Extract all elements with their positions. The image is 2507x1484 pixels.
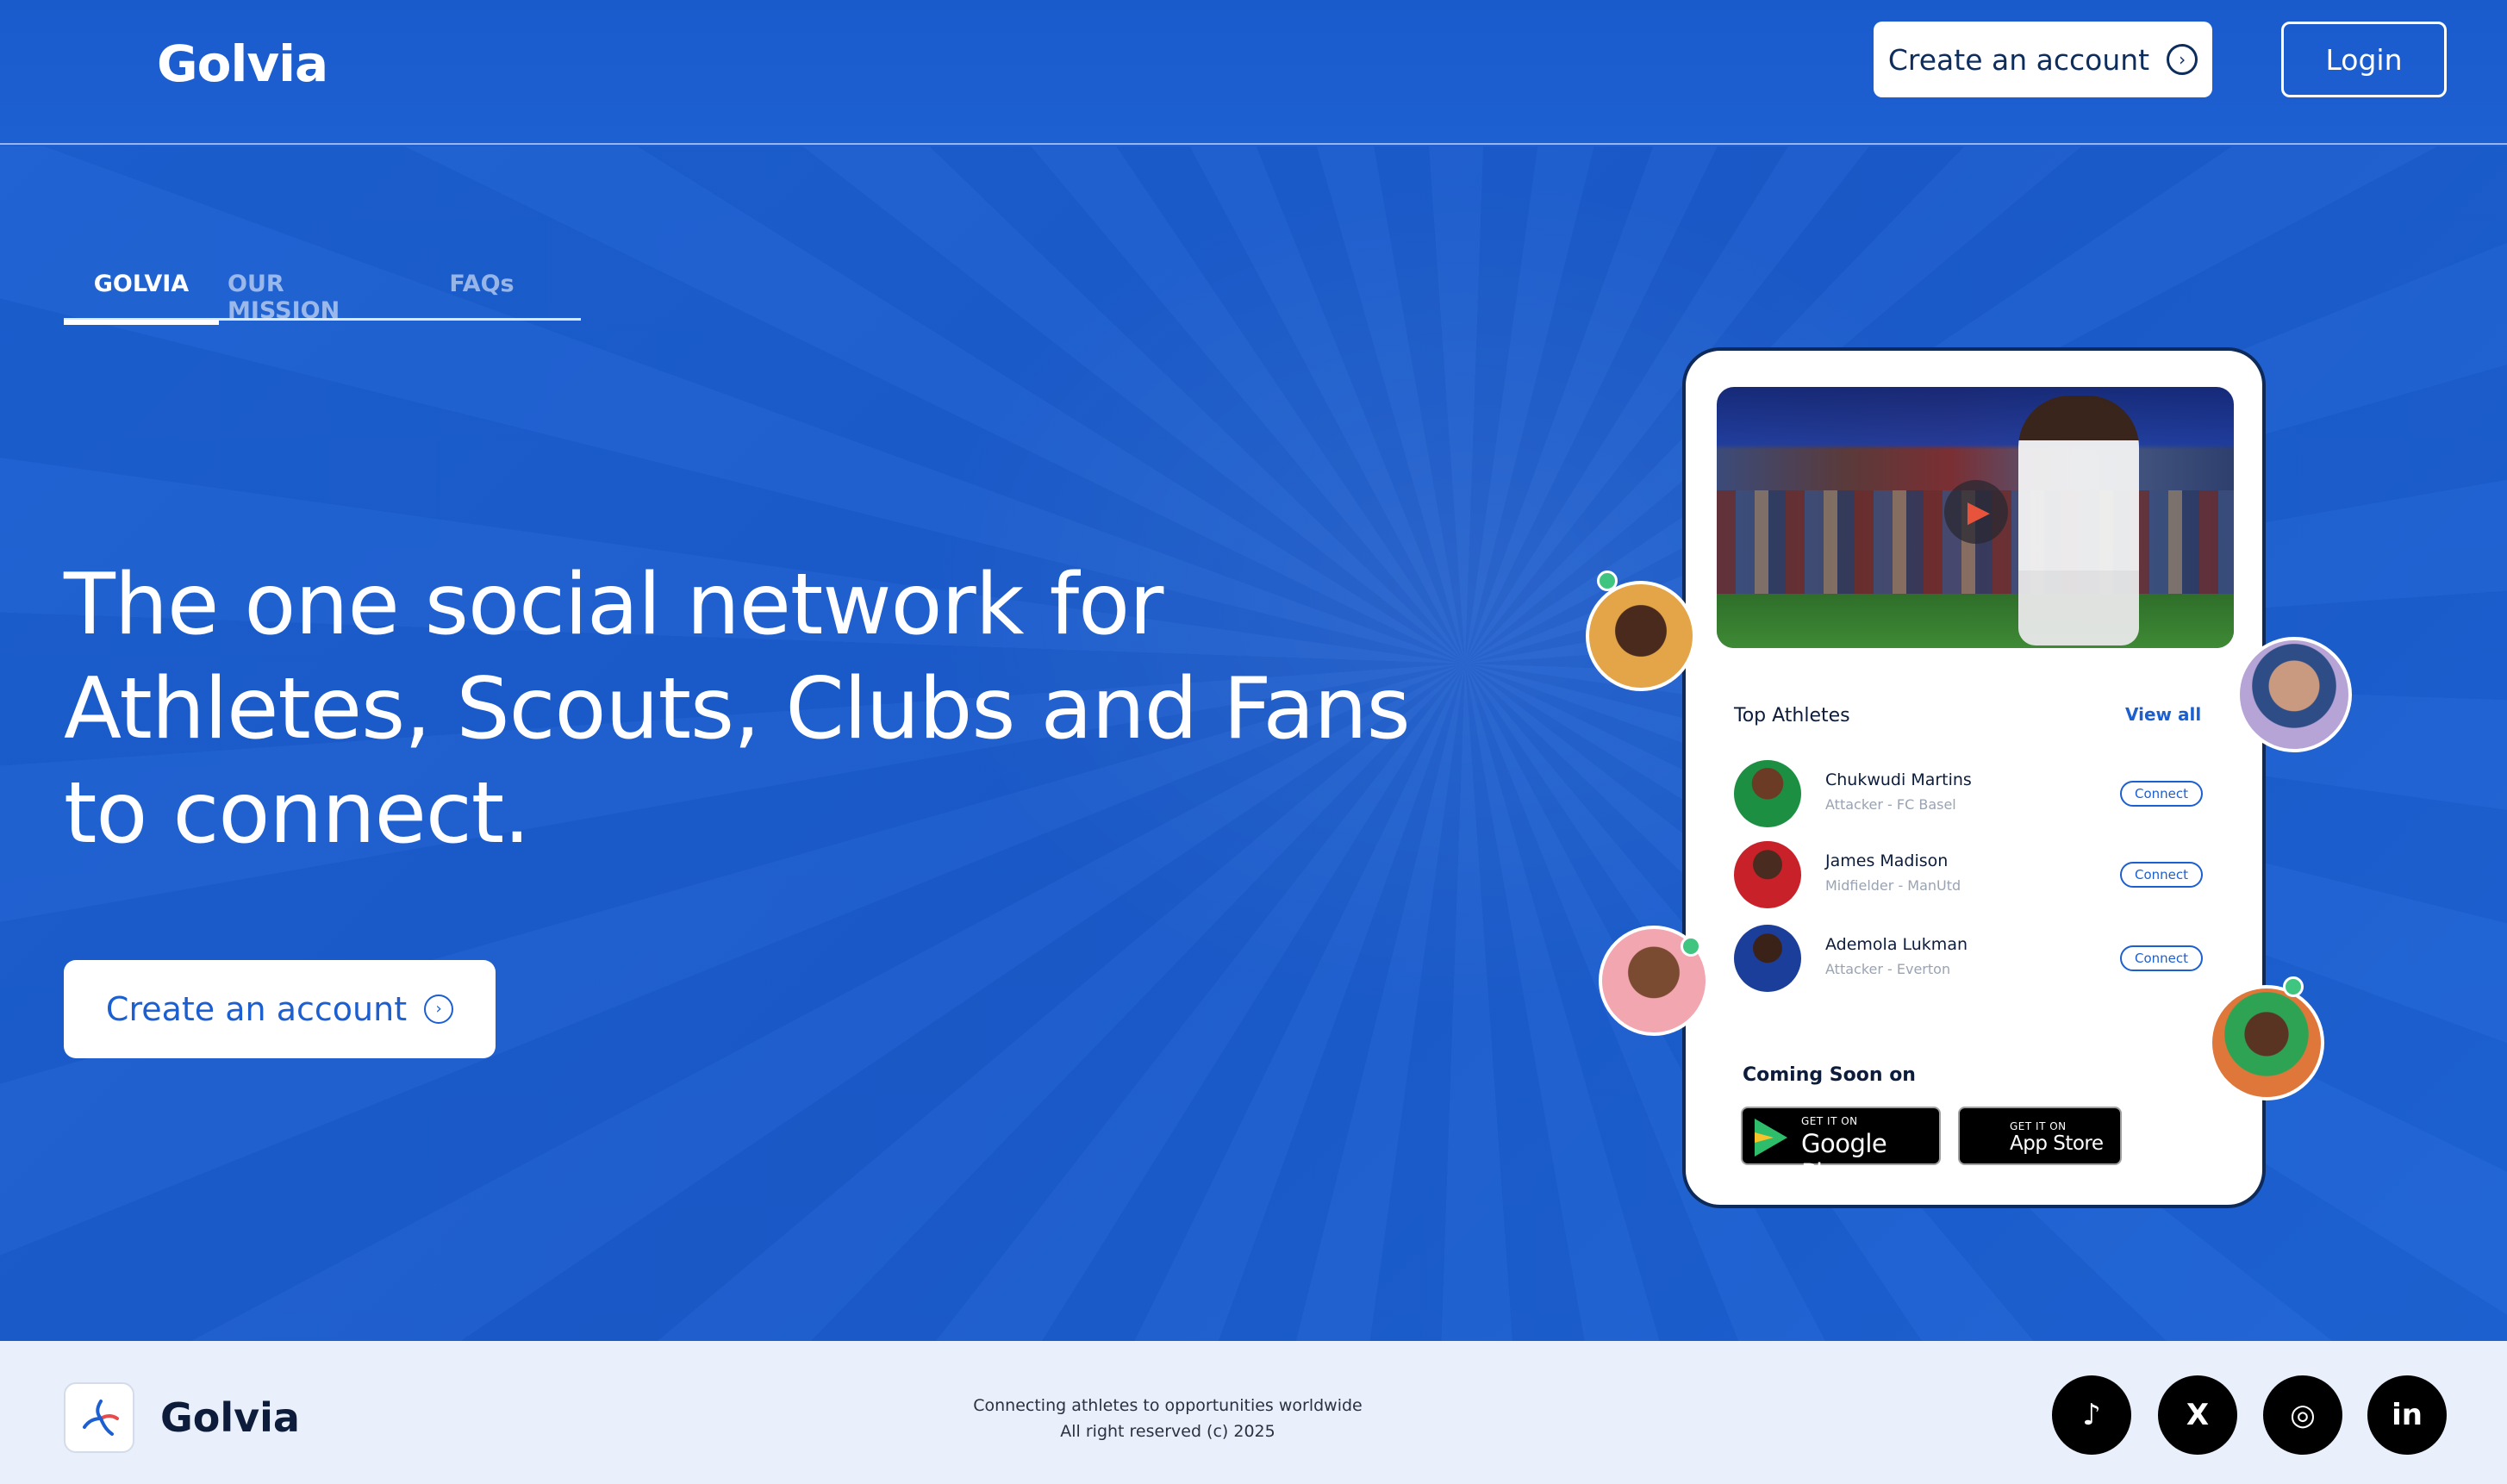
footer-tagline: Connecting athletes to opportunities wor…	[973, 1396, 1363, 1415]
avatar	[1734, 841, 1801, 908]
avatar	[1734, 760, 1801, 827]
tiktok-icon[interactable]: ♪	[2052, 1375, 2131, 1455]
google-play-icon	[1755, 1119, 1787, 1157]
top-header: Golvia Create an account › Login	[0, 0, 2507, 145]
brand-logo-text[interactable]: Golvia	[157, 34, 328, 93]
arrow-right-circle-icon: ›	[424, 995, 454, 1024]
create-account-label: Create an account	[1887, 42, 2150, 77]
headline-line-1: The one social network for	[64, 556, 1163, 654]
athlete-row: Chukwudi Martins Attacker - FC Basel Con…	[1734, 760, 2217, 832]
arrow-right-circle-icon: ›	[2167, 44, 2198, 75]
tab-bar: GOLVIA OUR MISSION FAQs	[64, 267, 581, 325]
tab-our-mission[interactable]: OUR MISSION	[228, 267, 400, 324]
tab-golvia[interactable]: GOLVIA	[64, 267, 219, 325]
player-image	[2018, 396, 2139, 645]
play-icon[interactable]: ▶	[1944, 480, 2008, 544]
athlete-role: Midfielder - ManUtd	[1825, 877, 1961, 894]
view-all-link[interactable]: View all	[2125, 704, 2201, 725]
create-account-button[interactable]: Create an account ›	[1874, 22, 2212, 97]
linkedin-icon[interactable]: in	[2367, 1375, 2447, 1455]
footer: Golvia Connecting athletes to opportunit…	[0, 1341, 2507, 1484]
connect-button[interactable]: Connect	[2120, 945, 2203, 971]
top-athletes-title: Top Athletes	[1734, 705, 1850, 726]
connect-button[interactable]: Connect	[2120, 862, 2203, 888]
x-icon[interactable]: X	[2158, 1375, 2237, 1455]
google-play-badge[interactable]: GET IT ON Google Play	[1741, 1107, 1941, 1188]
app-store-badge[interactable]: GET IT ON App Store	[1958, 1107, 2122, 1165]
online-status-dot	[1681, 936, 1701, 957]
online-status-dot	[2283, 976, 2304, 997]
headline-line-3: to connect.	[64, 764, 530, 863]
athlete-row: Ademola Lukman Attacker - Everton Connec…	[1734, 925, 2217, 997]
online-status-dot	[1597, 571, 1618, 591]
hero-headline: The one social network for Athletes, Sco…	[64, 553, 1411, 866]
floating-avatar	[2236, 637, 2352, 752]
athlete-name: Chukwudi Martins	[1825, 770, 1972, 789]
video-thumbnail[interactable]: ▶	[1717, 387, 2234, 648]
instagram-icon[interactable]: ◎	[2263, 1375, 2342, 1455]
athlete-row: James Madison Midfielder - ManUtd Connec…	[1734, 841, 2217, 913]
phone-mockup: ▶ Top Athletes View all Chukwudi Martins…	[1682, 347, 2266, 1208]
tab-faqs[interactable]: FAQs	[426, 267, 538, 321]
hero-create-account-button[interactable]: Create an account ›	[64, 960, 496, 1058]
connect-button[interactable]: Connect	[2120, 781, 2203, 807]
app-store-big-text: App Store	[2010, 1132, 2104, 1155]
avatar	[1734, 925, 1801, 992]
app-store-small-text: GET IT ON	[2010, 1120, 2067, 1132]
headline-line-2: Athletes, Scouts, Clubs and Fans	[64, 660, 1411, 758]
coming-soon-label: Coming Soon on	[1743, 1064, 1916, 1086]
athlete-role: Attacker - FC Basel	[1825, 796, 1956, 813]
floating-avatar	[2209, 985, 2324, 1101]
pitch-background	[1717, 594, 2234, 648]
floating-avatar	[1586, 581, 1696, 691]
athlete-role: Attacker - Everton	[1825, 961, 1951, 977]
footer-text: Connecting athletes to opportunities wor…	[862, 1393, 1474, 1444]
footer-copyright: All right reserved (c) 2025	[1060, 1422, 1275, 1441]
hero-create-account-label: Create an account	[105, 990, 408, 1028]
golvia-logo-icon[interactable]	[64, 1382, 134, 1453]
login-button[interactable]: Login	[2281, 22, 2447, 97]
athlete-name: James Madison	[1825, 851, 1949, 870]
footer-brand: Golvia	[160, 1394, 300, 1441]
google-play-big-text: Google Play	[1801, 1129, 1887, 1188]
athlete-name: Ademola Lukman	[1825, 935, 1968, 954]
google-play-small-text: GET IT ON	[1801, 1115, 1858, 1127]
